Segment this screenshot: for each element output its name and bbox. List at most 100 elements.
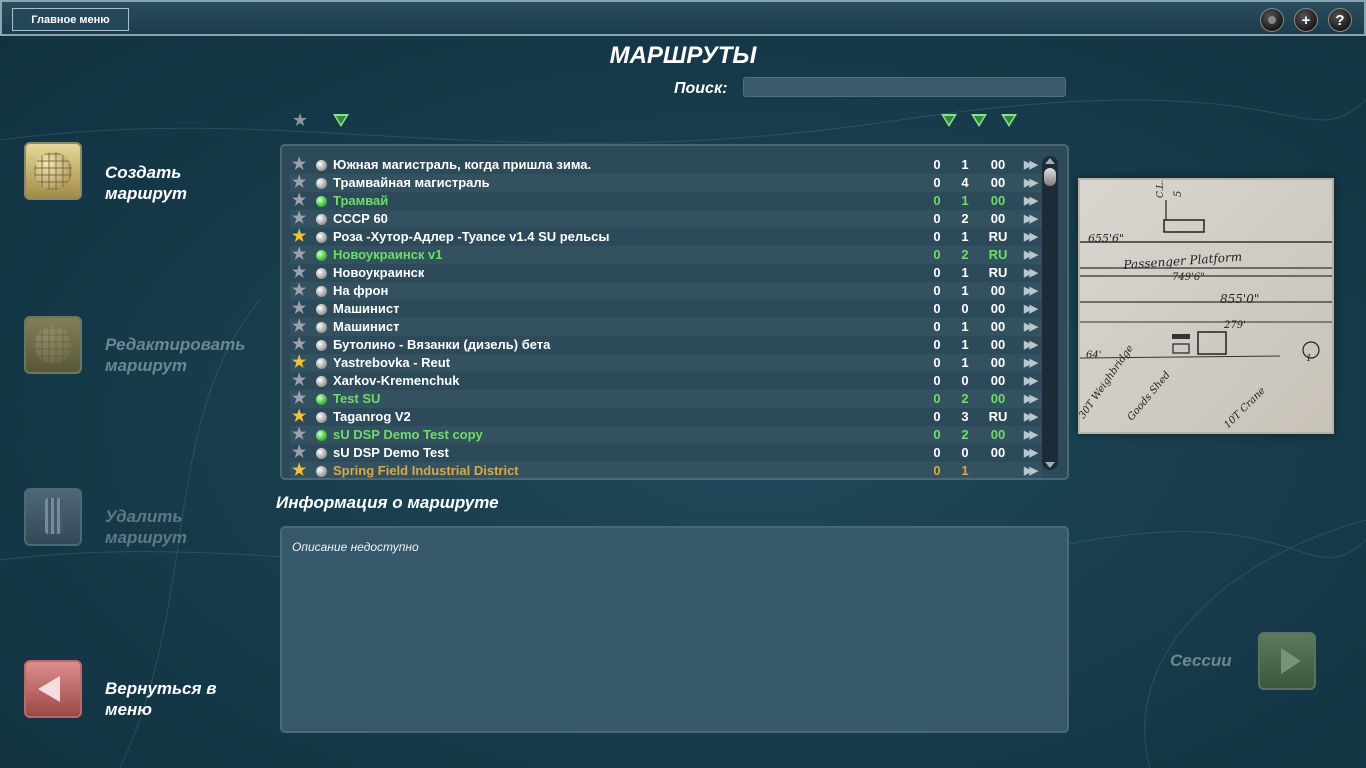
route-row[interactable]: ★ sU DSP Demo Test copy 0 2 00 ▶▶	[290, 426, 1042, 444]
route-col1: 0	[933, 265, 941, 280]
scroll-down-icon[interactable]	[1045, 462, 1055, 468]
route-name: Yastrebovka - Reut	[333, 355, 451, 370]
route-row[interactable]: ★ Машинист 0 0 00 ▶▶	[290, 300, 1042, 318]
route-row[interactable]: ★ Yastrebovka - Reut 0 1 00 ▶▶	[290, 354, 1042, 372]
route-open-arrow-icon[interactable]: ▶▶	[1024, 300, 1038, 318]
route-open-arrow-icon[interactable]: ▶▶	[1024, 318, 1038, 336]
route-open-arrow-icon[interactable]: ▶▶	[1024, 192, 1038, 210]
favorite-star-icon[interactable]: ★	[292, 390, 306, 408]
route-row[interactable]: ★ СССР 60 0 2 00 ▶▶	[290, 210, 1042, 228]
status-dot-icon	[316, 412, 327, 423]
scroll-thumb[interactable]	[1044, 168, 1056, 186]
route-open-arrow-icon[interactable]: ▶▶	[1024, 426, 1038, 444]
route-row[interactable]: ★ Новоукраинск 0 1 RU ▶▶	[290, 264, 1042, 282]
route-open-arrow-icon[interactable]: ▶▶	[1024, 354, 1038, 372]
route-row[interactable]: ★ Spring Field Industrial District 0 1 ▶▶	[290, 462, 1042, 478]
route-name: Машинист	[333, 301, 400, 316]
status-dot-icon	[316, 214, 327, 225]
route-name: sU DSP Demo Test copy	[333, 427, 483, 442]
record-icon[interactable]	[1260, 8, 1284, 32]
route-row[interactable]: ★ На фрон 0 1 00 ▶▶	[290, 282, 1042, 300]
route-col1: 0	[933, 229, 941, 244]
edit-route-label[interactable]: Редактировать маршрут	[105, 334, 265, 376]
sessions-label[interactable]: Сессии	[1170, 651, 1232, 671]
route-open-arrow-icon[interactable]: ▶▶	[1024, 444, 1038, 462]
sort-col2-triangle-icon[interactable]	[971, 114, 987, 127]
favorite-star-icon[interactable]: ★	[292, 228, 306, 246]
route-name: Трамвай	[333, 193, 389, 208]
route-name: Новоукраинск	[333, 265, 425, 280]
sessions-button[interactable]	[1258, 632, 1316, 690]
route-row[interactable]: ★ Роза -Хутор-Адлер -Tyance v1.4 SU рельс…	[290, 228, 1042, 246]
help-icon[interactable]: ?	[1328, 8, 1352, 32]
route-row[interactable]: ★ Южная магистраль, когда пришла зима. 0 1 0…	[290, 156, 1042, 174]
route-open-arrow-icon[interactable]: ▶▶	[1024, 174, 1038, 192]
favorite-column-star-icon[interactable]: ★	[292, 110, 308, 131]
back-to-menu-label[interactable]: Вернуться в меню	[105, 678, 235, 720]
preview-label: 64'	[1086, 350, 1102, 361]
favorite-star-icon[interactable]: ★	[292, 174, 306, 192]
favorite-star-icon[interactable]: ★	[292, 336, 306, 354]
main-menu-button[interactable]: Главное меню	[12, 8, 129, 31]
route-open-arrow-icon[interactable]: ▶▶	[1024, 210, 1038, 228]
route-col1: 0	[933, 175, 941, 190]
delete-route-button[interactable]	[24, 488, 82, 546]
favorite-star-icon[interactable]: ★	[292, 210, 306, 228]
route-row[interactable]: ★ Taganrog V2 0 3 RU ▶▶	[290, 408, 1042, 426]
status-dot-icon	[316, 394, 327, 405]
edit-route-button[interactable]	[24, 316, 82, 374]
route-open-arrow-icon[interactable]: ▶▶	[1024, 246, 1038, 264]
route-col3: RU	[988, 409, 1008, 424]
route-col1: 0	[933, 319, 941, 334]
favorite-star-icon[interactable]: ★	[292, 192, 306, 210]
search-input[interactable]	[743, 77, 1066, 97]
route-name: Новоукраинск v1	[333, 247, 443, 262]
route-col2: 0	[961, 373, 969, 388]
sort-name-triangle-icon[interactable]	[333, 114, 349, 127]
sort-col3-triangle-icon[interactable]	[1001, 114, 1017, 127]
route-open-arrow-icon[interactable]: ▶▶	[1024, 282, 1038, 300]
create-route-button[interactable]	[24, 142, 82, 200]
favorite-star-icon[interactable]: ★	[292, 282, 306, 300]
favorite-star-icon[interactable]: ★	[292, 372, 306, 390]
route-col1: 0	[933, 409, 941, 424]
favorite-star-icon[interactable]: ★	[292, 318, 306, 336]
favorite-star-icon[interactable]: ★	[292, 444, 306, 462]
route-row[interactable]: ★ Бутолино - Вязанки (дизель) бета 0 1 00 ▶▶	[290, 336, 1042, 354]
route-row[interactable]: ★ Трамвай 0 1 00 ▶▶	[290, 192, 1042, 210]
route-row[interactable]: ★ Трамвайная магистраль 0 4 00 ▶▶	[290, 174, 1042, 192]
route-col2: 1	[961, 337, 969, 352]
route-row[interactable]: ★ Xarkov-Kremenchuk 0 0 00 ▶▶	[290, 372, 1042, 390]
favorite-star-icon[interactable]: ★	[292, 300, 306, 318]
route-open-arrow-icon[interactable]: ▶▶	[1024, 336, 1038, 354]
route-col2: 1	[961, 283, 969, 298]
routes-scrollbar[interactable]	[1042, 156, 1058, 470]
favorite-star-icon[interactable]: ★	[292, 354, 306, 372]
delete-route-label[interactable]: Удалить маршрут	[105, 506, 215, 548]
favorite-star-icon[interactable]: ★	[292, 426, 306, 444]
route-open-arrow-icon[interactable]: ▶▶	[1024, 372, 1038, 390]
route-row[interactable]: ★ Test SU 0 2 00 ▶▶	[290, 390, 1042, 408]
plus-icon[interactable]: +	[1294, 8, 1318, 32]
route-open-arrow-icon[interactable]: ▶▶	[1024, 228, 1038, 246]
scroll-up-icon[interactable]	[1045, 158, 1055, 164]
route-open-arrow-icon[interactable]: ▶▶	[1024, 408, 1038, 426]
route-col2: 1	[961, 463, 969, 478]
favorite-star-icon[interactable]: ★	[292, 462, 306, 478]
route-open-arrow-icon[interactable]: ▶▶	[1024, 156, 1038, 174]
route-row[interactable]: ★ Новоукраинск v1 0 2 RU ▶▶	[290, 246, 1042, 264]
routes-list[interactable]: ★ Южная магистраль, когда пришла зима. 0 1 0…	[280, 144, 1069, 480]
route-row[interactable]: ★ sU DSP Demo Test 0 0 00 ▶▶	[290, 444, 1042, 462]
sort-col1-triangle-icon[interactable]	[941, 114, 957, 127]
route-open-arrow-icon[interactable]: ▶▶	[1024, 264, 1038, 282]
favorite-star-icon[interactable]: ★	[292, 246, 306, 264]
favorite-star-icon[interactable]: ★	[292, 264, 306, 282]
route-col3: 00	[990, 373, 1006, 388]
route-open-arrow-icon[interactable]: ▶▶	[1024, 462, 1038, 478]
create-route-label[interactable]: Создать маршрут	[105, 162, 215, 204]
favorite-star-icon[interactable]: ★	[292, 408, 306, 426]
route-row[interactable]: ★ Машинист 0 1 00 ▶▶	[290, 318, 1042, 336]
back-to-menu-button[interactable]	[24, 660, 82, 718]
route-open-arrow-icon[interactable]: ▶▶	[1024, 390, 1038, 408]
favorite-star-icon[interactable]: ★	[292, 156, 306, 174]
